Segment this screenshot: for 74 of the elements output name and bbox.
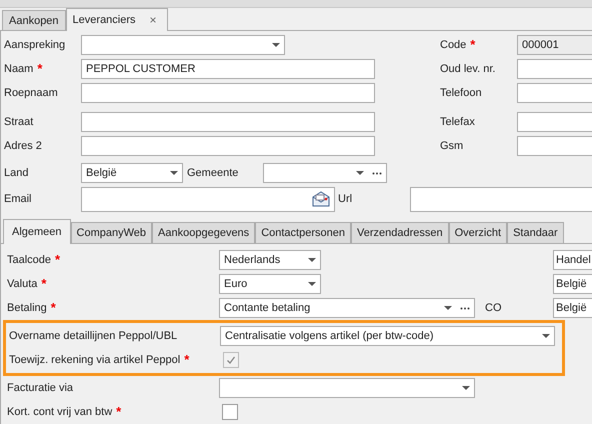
checkmark-icon — [226, 356, 236, 364]
ellipsis-icon[interactable] — [372, 172, 382, 174]
text-field[interactable] — [81, 136, 375, 156]
ellipsis-icon[interactable] — [460, 306, 470, 310]
field-label: Telefoon — [440, 87, 482, 99]
dropdown-arrow-icon[interactable] — [356, 171, 364, 175]
email-field[interactable] — [81, 186, 335, 212]
text-field[interactable] — [81, 112, 375, 132]
field-label: CO — [485, 302, 502, 314]
dropdown-field[interactable]: België — [553, 298, 592, 318]
dropdown-field[interactable]: Euro — [219, 274, 321, 294]
section-tab[interactable]: Overzicht — [448, 222, 508, 243]
field-label: Gsm — [440, 140, 464, 152]
required-mark: * — [50, 303, 56, 313]
field-label: Adres 2 — [4, 140, 42, 152]
dropdown-arrow-icon[interactable] — [308, 282, 316, 286]
checkbox[interactable] — [222, 404, 238, 420]
field-label: Url — [337, 193, 354, 205]
dropdown-arrow-icon[interactable] — [272, 43, 280, 47]
dropdown-field[interactable]: Handel — [553, 250, 592, 270]
field-label: Aanspreking — [4, 39, 66, 51]
required-mark: * — [55, 255, 60, 265]
field-label: Oud lev. nr. — [440, 63, 496, 75]
field-label: Roepnaam — [4, 87, 58, 99]
text-field[interactable] — [517, 83, 592, 103]
dropdown-arrow-icon[interactable] — [444, 306, 452, 310]
field-label: Naam — [4, 63, 34, 75]
field-label: Straat — [4, 116, 34, 128]
required-mark: * — [116, 407, 122, 417]
section-tab[interactable]: Standaar — [507, 222, 564, 243]
section-tab[interactable]: CompanyWeb — [70, 222, 152, 243]
dropdown-arrow-icon[interactable] — [462, 386, 470, 390]
text-field[interactable] — [517, 112, 592, 132]
document-tab[interactable]: Aankopen — [2, 10, 66, 30]
section-tab[interactable]: Contactpersonen — [255, 222, 351, 243]
field-label: Land — [3, 167, 30, 179]
text-field[interactable] — [517, 59, 592, 79]
text-field[interactable] — [81, 83, 375, 103]
required-mark: * — [37, 64, 42, 74]
field-label: Code — [440, 39, 466, 51]
dropdown-arrow-icon[interactable] — [170, 171, 178, 175]
document-tab[interactable]: Leveranciers × — [66, 8, 168, 31]
dropdown-field[interactable]: Contante betaling — [219, 298, 475, 318]
dropdown-field[interactable]: België — [81, 163, 183, 183]
dropdown-field[interactable] — [81, 35, 285, 55]
field-label: Taalcode — [7, 254, 52, 266]
field-label: Kort. cont vrij van btw — [7, 406, 112, 418]
required-mark: * — [184, 355, 190, 365]
field-label: Betaling — [7, 302, 47, 314]
field-label: Facturatie via — [7, 382, 74, 394]
field-label: Telefax — [440, 116, 475, 128]
section-tab[interactable]: Algemeen — [3, 219, 71, 244]
text-field[interactable] — [517, 136, 592, 156]
envelope-icon[interactable] — [312, 191, 330, 207]
field-label: Overname detaillijnen Peppol/UBL — [9, 330, 178, 342]
text-field[interactable]: PEPPOL CUSTOMER — [81, 59, 375, 79]
text-field[interactable]: 000001 — [517, 35, 592, 55]
field-label: Email — [3, 193, 33, 205]
dropdown-field[interactable] — [219, 378, 475, 398]
field-label: Valuta — [7, 278, 38, 290]
section-tab[interactable]: Aankoopgegevens — [152, 222, 256, 243]
close-icon[interactable]: × — [150, 13, 157, 27]
dropdown-arrow-icon[interactable] — [542, 334, 550, 338]
required-mark: * — [41, 279, 46, 289]
dropdown-field[interactable]: Nederlands — [219, 250, 321, 270]
field-label: Toewijz. rekening via artikel Peppol — [9, 354, 180, 366]
dropdown-field[interactable]: België — [553, 274, 592, 294]
section-tab[interactable]: Verzendadressen — [350, 222, 449, 243]
required-mark: * — [470, 40, 476, 50]
dropdown-field[interactable]: Centralisatie volgens artikel (per btw-code) — [220, 326, 555, 346]
field-label: Gemeente — [186, 167, 240, 179]
dropdown-field[interactable] — [263, 163, 387, 183]
dropdown-arrow-icon[interactable] — [308, 258, 316, 262]
url-field[interactable] — [410, 186, 592, 212]
